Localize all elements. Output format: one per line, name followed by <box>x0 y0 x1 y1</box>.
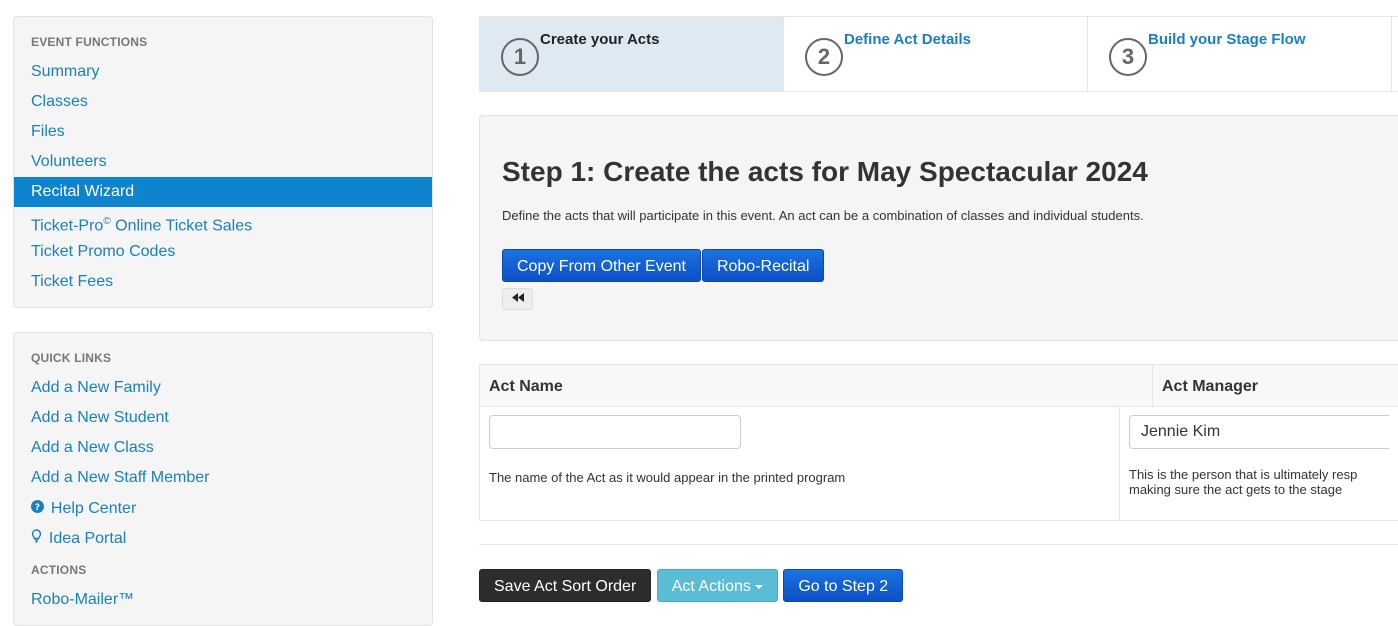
page-title: Step 1: Create the acts for May Spectacu… <box>502 156 1148 187</box>
wizard-step-1[interactable]: 1 Create your Acts <box>480 17 784 91</box>
sidebar-item-add-family[interactable]: Add a New Family <box>14 373 432 403</box>
copy-from-other-event-button[interactable]: Copy From Other Event <box>502 249 701 282</box>
step-description: Define the acts that will participate in… <box>502 208 1144 223</box>
event-functions-panel: EVENT FUNCTIONS Summary Classes Files Vo… <box>13 16 433 308</box>
act-actions-dropdown[interactable]: Act Actions <box>656 569 778 602</box>
robo-recital-button[interactable]: Robo-Recital <box>701 249 825 282</box>
actions-heading: ACTIONS <box>31 563 87 577</box>
wizard-steps: 1 Create your Acts 2 Define Act Details … <box>479 16 1398 92</box>
wizard-step-2[interactable]: 2 Define Act Details <box>784 17 1088 91</box>
event-functions-heading: EVENT FUNCTIONS <box>31 35 148 49</box>
step-number-2: 2 <box>805 38 843 76</box>
sidebar-item-idea-portal[interactable]: Idea Portal <box>14 523 432 553</box>
act-name-cell: The name of the Act as it would appear i… <box>480 407 1120 520</box>
act-manager-cell: Jennie Kim This is the person that is ul… <box>1120 407 1398 520</box>
act-actions-label: Act Actions <box>671 578 751 595</box>
sidebar-item-volunteers[interactable]: Volunteers <box>14 147 432 177</box>
sidebar-item-recital-wizard[interactable]: Recital Wizard <box>14 177 432 207</box>
step-label-1: Create your Acts <box>540 31 660 48</box>
question-circle-icon: ? <box>31 500 48 516</box>
sidebar-item-classes[interactable]: Classes <box>14 87 432 117</box>
idea-portal-label: Idea Portal <box>48 530 127 547</box>
sidebar-item-add-staff[interactable]: Add a New Staff Member <box>14 463 432 493</box>
sidebar-item-help-center[interactable]: ? Help Center <box>14 493 432 523</box>
step-number-3: 3 <box>1109 38 1147 76</box>
sidebar-item-ticket-fees[interactable]: Ticket Fees <box>14 267 432 297</box>
quick-links-heading: QUICK LINKS <box>31 351 112 365</box>
wizard-step-3[interactable]: 3 Build your Stage Flow <box>1088 17 1392 91</box>
go-to-step-2-button[interactable]: Go to Step 2 <box>783 569 904 602</box>
copyright-mark: © <box>103 216 111 227</box>
divider <box>479 544 1398 545</box>
step-label-3: Build your Stage Flow <box>1148 31 1306 48</box>
step-number-1: 1 <box>501 38 539 76</box>
act-name-help: The name of the Act as it would appear i… <box>489 470 846 485</box>
help-center-label: Help Center <box>50 500 137 517</box>
act-manager-select[interactable]: Jennie Kim <box>1129 415 1389 449</box>
act-manager-header: Act Manager <box>1162 378 1259 395</box>
lightbulb-icon <box>31 529 46 546</box>
ticket-pro-label: Ticket-Pro <box>31 217 104 235</box>
table-header: Act Name Act Manager <box>480 365 1398 407</box>
table-row: The name of the Act as it would appear i… <box>480 407 1398 520</box>
ticket-pro-suffix: Online Ticket Sales <box>110 217 253 235</box>
act-name-header: Act Name <box>480 365 1153 406</box>
caret-down-icon <box>754 584 763 589</box>
sidebar-item-add-student[interactable]: Add a New Student <box>14 403 432 433</box>
sidebar-item-files[interactable]: Files <box>14 117 432 147</box>
sidebar: EVENT FUNCTIONS Summary Classes Files Vo… <box>13 16 433 626</box>
svg-text:?: ? <box>35 503 40 513</box>
act-name-input[interactable] <box>489 415 741 449</box>
sidebar-item-robo-mailer[interactable]: Robo-Mailer™ <box>14 585 432 615</box>
sidebar-item-summary[interactable]: Summary <box>14 57 432 87</box>
main-content: 1 Create your Acts 2 Define Act Details … <box>479 16 1398 602</box>
sidebar-item-ticket-pro[interactable]: Ticket-Pro© Online Ticket Sales <box>14 207 432 237</box>
step-intro-panel: Step 1: Create the acts for May Spectacu… <box>479 115 1398 341</box>
action-bar: Save Act Sort Order Act Actions Go to St… <box>479 569 1398 602</box>
sidebar-item-add-class[interactable]: Add a New Class <box>14 433 432 463</box>
step-label-2: Define Act Details <box>844 31 971 48</box>
act-form-table: Act Name Act Manager The name of the Act… <box>479 364 1398 521</box>
save-act-sort-order-button[interactable]: Save Act Sort Order <box>479 569 652 602</box>
double-left-arrow-icon <box>511 293 524 305</box>
sidebar-item-ticket-promo-codes[interactable]: Ticket Promo Codes <box>14 237 432 267</box>
quick-links-panel: QUICK LINKS Add a New Family Add a New S… <box>13 332 433 626</box>
collapse-button[interactable] <box>502 288 533 310</box>
